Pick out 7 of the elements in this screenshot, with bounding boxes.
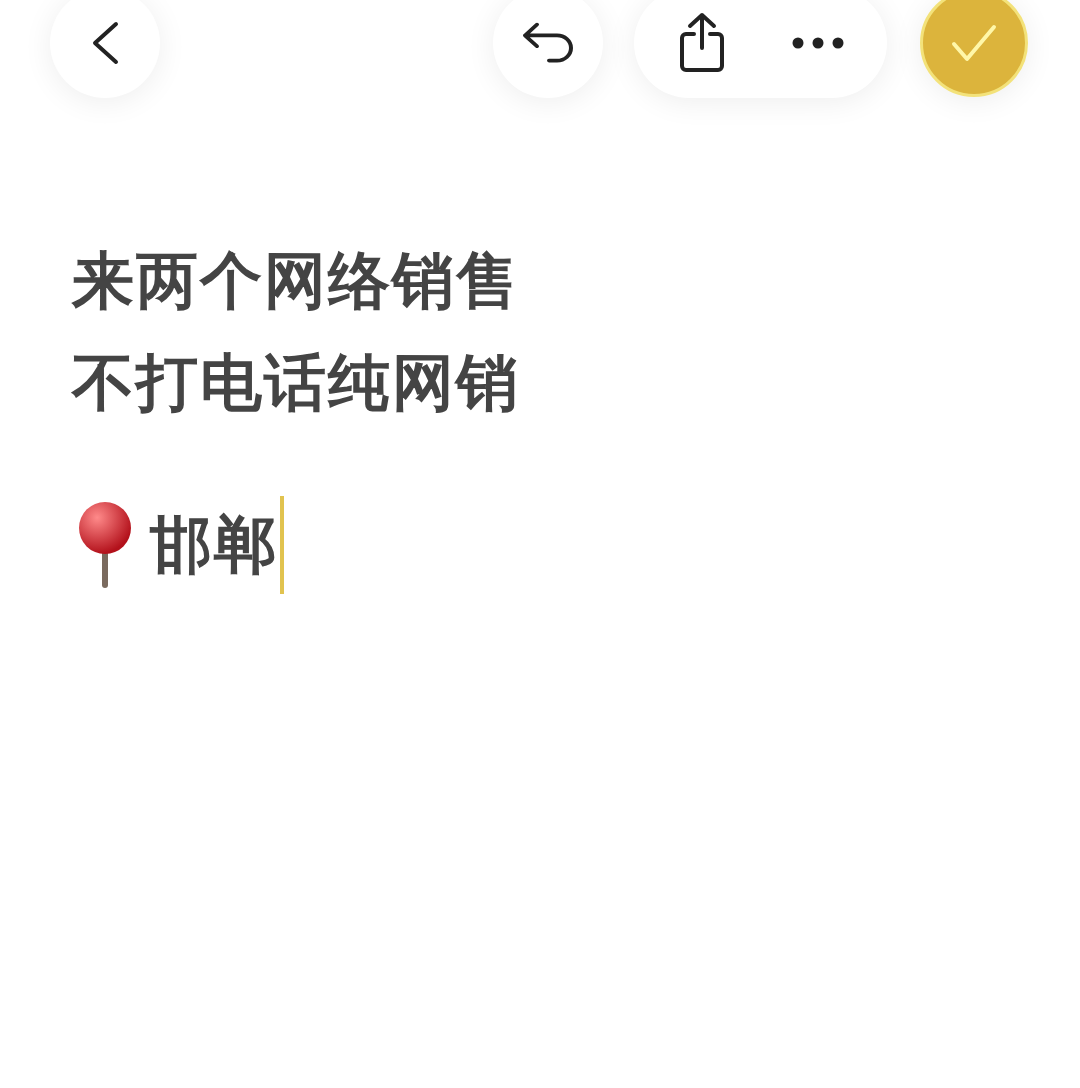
note-text: 来两个网络销售: [72, 243, 520, 319]
note-text: 不打电话纯网销: [72, 345, 520, 421]
more-icon: [792, 37, 845, 49]
back-icon: [90, 21, 120, 65]
location-text: 邯郸: [150, 507, 278, 583]
undo-icon: [521, 21, 575, 65]
checkmark-icon: [951, 24, 997, 62]
